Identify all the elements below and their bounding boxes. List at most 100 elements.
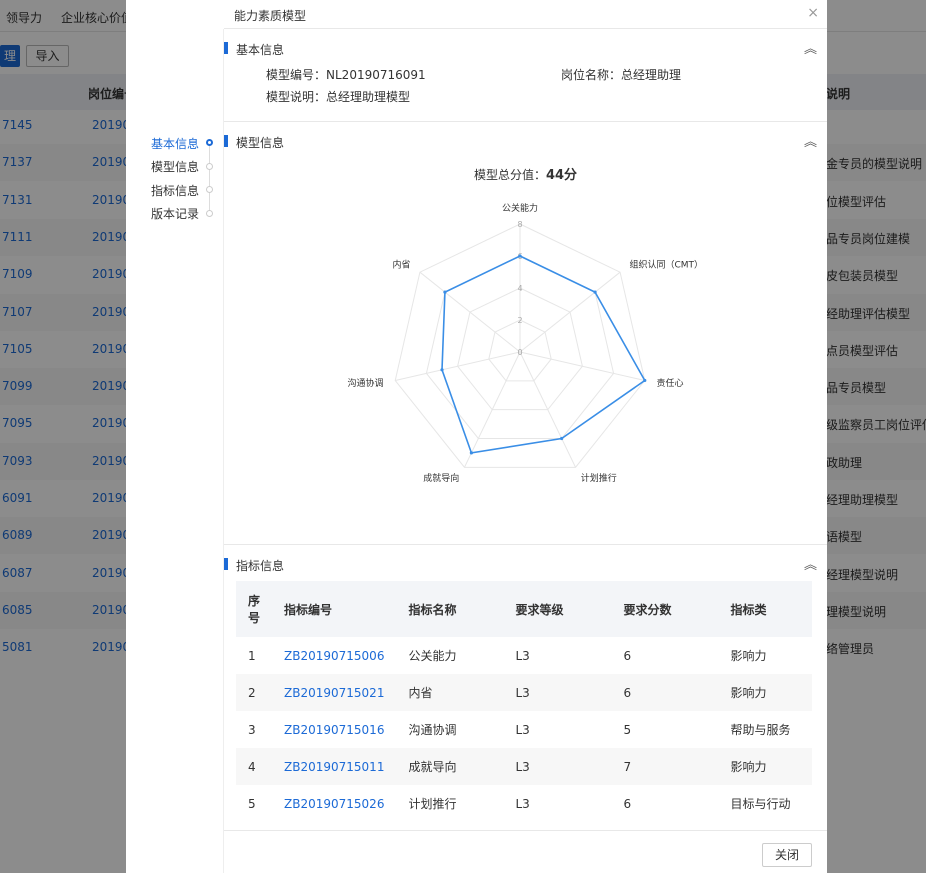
divider	[224, 544, 827, 545]
footer-divider	[224, 830, 827, 831]
section-marker	[224, 42, 228, 54]
collapse-up-icon[interactable]: ︽	[804, 554, 817, 573]
cell-name: 计划推行	[408, 797, 457, 811]
th-level: 要求等级	[503, 581, 612, 637]
model-desc-value: 总经理助理模型	[326, 90, 411, 104]
cell-level: L3	[515, 722, 530, 737]
radar-tick-label: 8	[517, 220, 522, 229]
indicator-code-link[interactable]: ZB20190715011	[284, 760, 384, 774]
total-score-value: 44分	[545, 168, 578, 183]
cell-type: 影响力	[730, 649, 767, 663]
section-marker	[224, 135, 228, 147]
anchor-dot-indicator	[206, 186, 213, 193]
radar-axis-label: 计划推行	[581, 472, 617, 484]
indicator-code-link[interactable]: ZB20190715021	[284, 686, 384, 700]
cell-no: 3	[248, 722, 256, 737]
model-info-title: 模型信息	[236, 136, 285, 150]
radar-spoke	[519, 351, 645, 381]
th-no: 序号	[236, 581, 273, 637]
cell-score: 6	[623, 648, 632, 663]
divider	[224, 121, 827, 122]
anchor-version-record[interactable]: 版本记录	[151, 205, 199, 222]
radar-spoke	[519, 271, 621, 353]
section-marker	[224, 558, 228, 570]
cell-no: 4	[236, 748, 273, 785]
th-name: 指标名称	[396, 581, 504, 637]
radar-axis-label: 沟通协调	[347, 377, 383, 389]
collapse-up-icon[interactable]: ︽	[804, 38, 817, 57]
model-code-label: 模型编号：	[266, 68, 327, 82]
th-code: 指标编号	[272, 581, 397, 637]
radar-data-point	[518, 254, 522, 258]
cell-level: L3	[503, 674, 612, 711]
radar-tick-label: 2	[517, 316, 522, 325]
cell-no: 2	[236, 674, 273, 711]
anchor-basic-info[interactable]: 基本信息	[151, 135, 199, 152]
drawer-content: 基本信息 ︽ 模型编号：NL20190716091 岗位名称：总经理助理 模型说…	[224, 29, 827, 873]
cell-name: 公关能力	[408, 649, 457, 663]
close-button[interactable]: 关闭	[762, 843, 812, 867]
radar-axis-label: 内省	[393, 259, 411, 271]
cell-code: ZB20190715006	[272, 637, 396, 674]
position-name-label: 岗位名称：	[561, 68, 622, 82]
table-row: 2 ZB20190715021 内省 L3 6 影响力	[236, 674, 812, 711]
total-score-label: 模型总分值：	[473, 168, 546, 182]
cell-no: 5	[248, 796, 256, 811]
model-total-score: 模型总分值：44分	[224, 164, 827, 183]
radar-data-point	[643, 378, 647, 383]
cell-type: 目标与行动	[730, 797, 791, 811]
model-desc-label: 模型说明：	[266, 90, 327, 104]
cell-name: 内省	[396, 674, 504, 711]
model-drawer: 基本信息 模型信息 指标信息 版本记录 能力素质模型 × 基本信息 ︽ 模型编号…	[126, 0, 827, 873]
model-code-field: 模型编号：NL20190716091	[266, 66, 426, 83]
radar-axis-label: 组织认同（CMT）	[629, 259, 703, 271]
anchor-model-info[interactable]: 模型信息	[151, 158, 199, 175]
table-row: 4 ZB20190715011 成就导向 L3 7 影响力	[236, 748, 812, 785]
indicator-info-header: 指标信息 ︽	[224, 556, 827, 576]
radar-series-line	[441, 255, 646, 454]
indicator-table: 序号 指标编号 指标名称 要求等级 要求分数 指标类 1 ZB2019071500…	[236, 581, 812, 822]
cell-type: 影响力	[718, 674, 812, 711]
cell-name: 沟通协调	[408, 723, 457, 737]
basic-info-header: 基本信息 ︽	[224, 40, 827, 60]
anchor-dot-model	[206, 163, 213, 170]
indicator-code-link[interactable]: ZB20190715016	[284, 723, 384, 737]
radar-tick-label: 4	[517, 284, 522, 293]
model-info-header: 模型信息 ︽	[224, 133, 827, 153]
table-row: 3 ZB20190715016 沟通协调 L3 5 帮助与服务	[236, 711, 812, 748]
th-type: 指标类	[718, 581, 812, 637]
collapse-up-icon[interactable]: ︽	[804, 131, 817, 150]
cell-name: 成就导向	[396, 748, 504, 785]
close-icon[interactable]: ×	[807, 5, 819, 21]
indicator-code-link[interactable]: ZB20190715006	[284, 649, 384, 663]
indicator-info-section: 指标信息 ︽	[224, 556, 827, 576]
cell-code: ZB20190715016	[272, 711, 396, 748]
radar-data-point	[560, 436, 564, 441]
cell-score: 7	[611, 748, 719, 785]
cell-score: 5	[623, 722, 632, 737]
basic-info-title: 基本信息	[236, 43, 285, 57]
cell-score: 6	[623, 796, 632, 811]
cell-level: L3	[515, 796, 530, 811]
cell-no: 1	[248, 648, 256, 663]
cell-score: 6	[611, 674, 719, 711]
model-desc-field: 模型说明：总经理助理模型	[266, 88, 410, 105]
basic-info-section: 基本信息 ︽ 模型编号：NL20190716091 岗位名称：总经理助理 模型说…	[224, 40, 827, 120]
radar-spoke	[395, 351, 521, 381]
indicator-info-title: 指标信息	[236, 559, 285, 573]
radar-axis-label: 成就导向	[423, 472, 459, 484]
indicator-code-link[interactable]: ZB20190715026	[284, 797, 384, 811]
indicator-table-header: 序号 指标编号 指标名称 要求等级 要求分数 指标类	[236, 581, 812, 637]
anchor-indicator-info[interactable]: 指标信息	[151, 182, 199, 199]
drawer-header: 能力素质模型 ×	[224, 0, 827, 29]
cell-level: L3	[515, 648, 530, 663]
cell-code: ZB20190715021	[272, 674, 397, 711]
drawer-title: 能力素质模型	[234, 9, 307, 23]
position-name-value: 总经理助理	[621, 68, 682, 82]
cell-type: 帮助与服务	[730, 723, 791, 737]
anchor-nav-line	[209, 142, 210, 212]
radar-data-point	[593, 290, 597, 294]
radar-tick-label: 0	[517, 348, 522, 357]
position-name-field: 岗位名称：总经理助理	[561, 66, 681, 83]
table-row: 5 ZB20190715026 计划推行 L3 6 目标与行动	[236, 785, 812, 822]
